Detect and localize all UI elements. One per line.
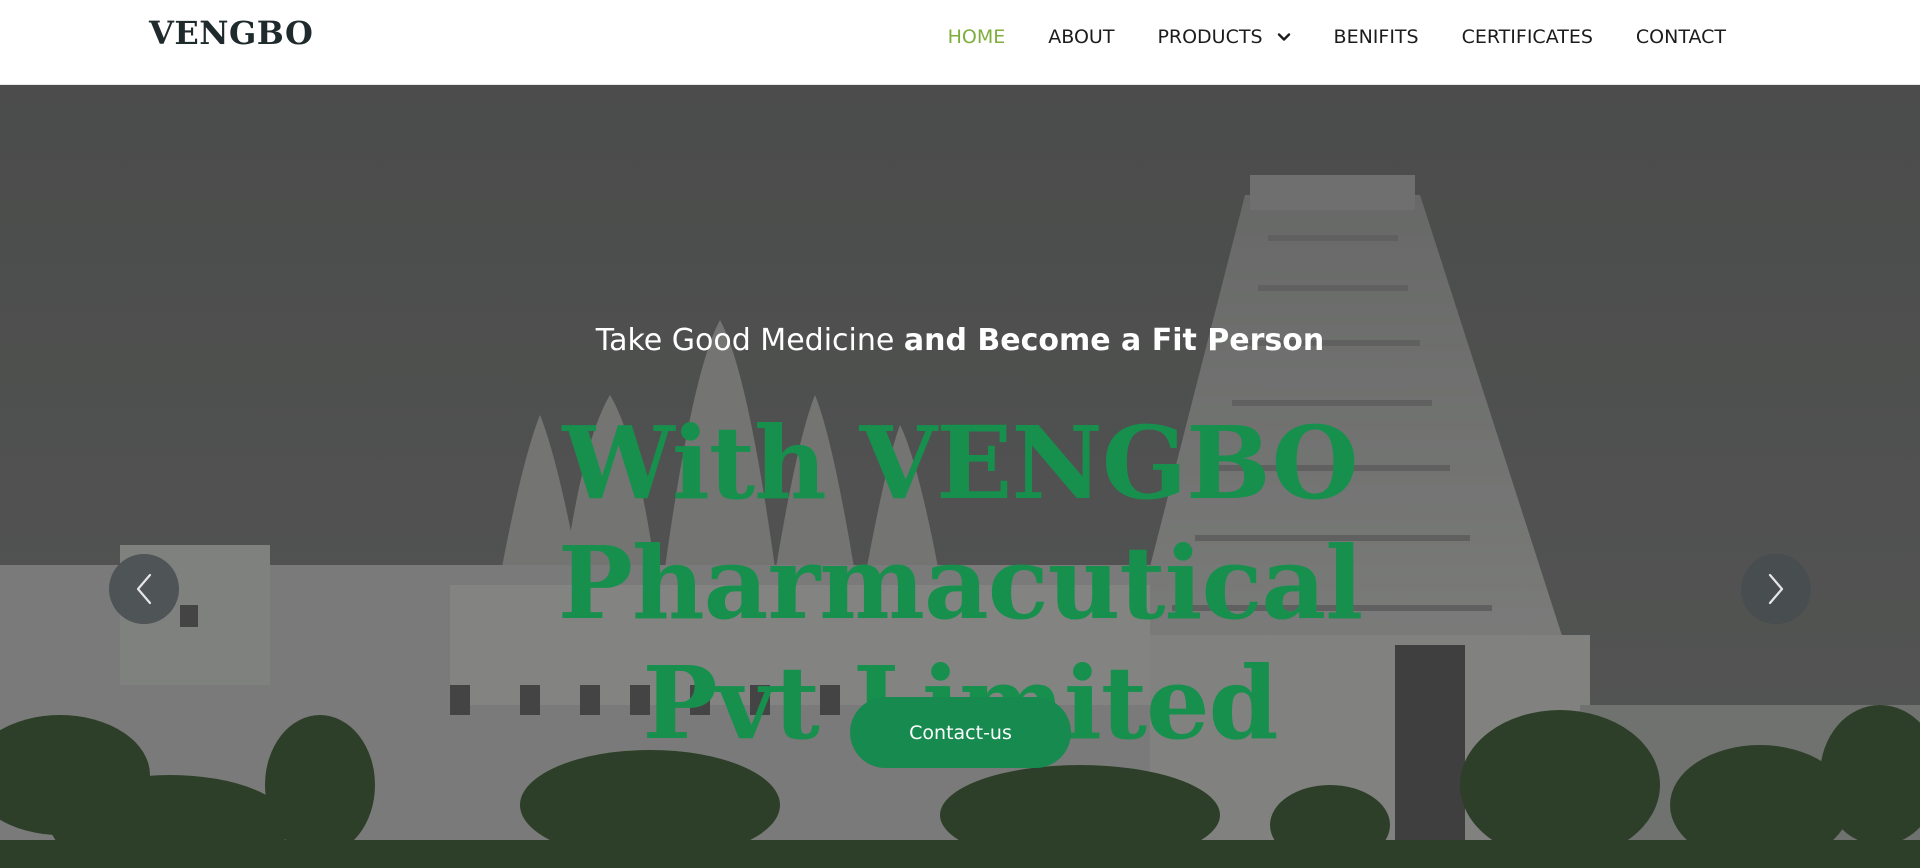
hero-tagline-bold: and Become a Fit Person (903, 323, 1325, 358)
site-logo[interactable]: VENGBO (149, 14, 313, 52)
slider-next-button[interactable] (1741, 554, 1811, 624)
hero-tagline-light: Take Good Medicine (595, 323, 904, 358)
chevron-right-icon (1768, 573, 1784, 605)
nav-products[interactable]: PRODUCTS (1157, 26, 1290, 48)
hero-tagline: Take Good Medicine and Become a Fit Pers… (0, 323, 1920, 358)
nav-contact[interactable]: CONTACT (1636, 26, 1726, 48)
nav-products-label: PRODUCTS (1157, 26, 1263, 48)
site-header: VENGBO HOME ABOUT PRODUCTS BENIFITS CERT… (0, 0, 1920, 85)
nav-home[interactable]: HOME (948, 26, 1006, 48)
chevron-left-icon (136, 573, 152, 605)
nav-benifits[interactable]: BENIFITS (1334, 26, 1419, 48)
nav-about[interactable]: ABOUT (1048, 26, 1114, 48)
contact-us-button[interactable]: Contact-us (850, 697, 1071, 768)
main-nav: HOME ABOUT PRODUCTS BENIFITS CERTIFICATE… (905, 0, 1726, 74)
slider-prev-button[interactable] (109, 554, 179, 624)
nav-certificates[interactable]: CERTIFICATES (1462, 26, 1593, 48)
hero-slider: Take Good Medicine and Become a Fit Pers… (0, 85, 1920, 868)
chevron-down-icon[interactable] (1277, 30, 1291, 44)
